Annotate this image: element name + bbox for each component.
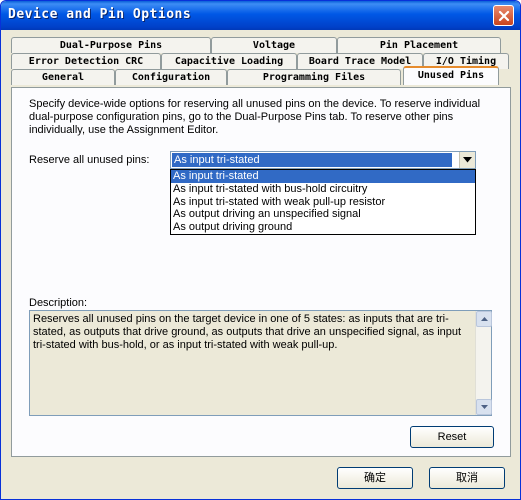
- close-button[interactable]: [493, 5, 514, 26]
- chevron-up-icon: [480, 317, 488, 321]
- scroll-up-button[interactable]: [476, 311, 492, 327]
- description-scrollbar[interactable]: [475, 311, 492, 415]
- dropdown-arrow-button[interactable]: [459, 152, 475, 168]
- option-input-tri-stated-bus-hold[interactable]: As input tri-stated with bus-hold circui…: [171, 183, 475, 196]
- description-label: Description:: [29, 297, 88, 309]
- tab-voltage[interactable]: Voltage: [211, 37, 337, 53]
- ok-button[interactable]: 确定: [337, 467, 413, 489]
- option-input-tri-stated-weak-pull-up[interactable]: As input tri-stated with weak pull-up re…: [171, 196, 475, 209]
- scroll-down-button[interactable]: [476, 399, 492, 415]
- option-input-tri-stated[interactable]: As input tri-stated: [171, 170, 475, 183]
- device-pin-options-dialog: Device and Pin Options Dual-Purpose Pins…: [0, 0, 521, 500]
- tab-dual-purpose-pins[interactable]: Dual-Purpose Pins: [11, 37, 211, 53]
- tab-programming-files[interactable]: Programming Files: [227, 69, 401, 85]
- option-output-unspecified-signal[interactable]: As output driving an unspecified signal: [171, 208, 475, 221]
- reserve-pins-combo[interactable]: As input tri-stated: [170, 151, 476, 169]
- tab-general[interactable]: General: [11, 69, 115, 85]
- description-text: Reserves all unused pins on the target d…: [33, 313, 462, 351]
- close-icon: [498, 10, 509, 21]
- cancel-button[interactable]: 取消: [429, 467, 505, 489]
- intro-text: Specify device-wide options for reservin…: [29, 98, 481, 136]
- reserve-pins-label: Reserve all unused pins:: [29, 154, 150, 166]
- tab-error-detection-crc[interactable]: Error Detection CRC: [11, 53, 161, 69]
- tab-configuration[interactable]: Configuration: [115, 69, 227, 85]
- description-box: Reserves all unused pins on the target d…: [29, 310, 492, 416]
- window-title: Device and Pin Options: [8, 7, 192, 22]
- chevron-down-icon: [463, 157, 472, 163]
- title-bar[interactable]: Device and Pin Options: [1, 1, 520, 30]
- reserve-pins-value: As input tri-stated: [172, 153, 452, 167]
- chevron-down-icon: [480, 405, 488, 409]
- option-output-driving-ground[interactable]: As output driving ground: [171, 221, 475, 234]
- tab-pin-placement[interactable]: Pin Placement: [337, 37, 501, 53]
- reserve-pins-dropdown-list: As input tri-stated As input tri-stated …: [170, 169, 476, 235]
- tab-unused-pins[interactable]: Unused Pins: [403, 66, 499, 85]
- reset-button[interactable]: Reset: [410, 426, 494, 448]
- unused-pins-panel: Specify device-wide options for reservin…: [11, 87, 511, 457]
- tab-capacitive-loading[interactable]: Capacitive Loading: [161, 53, 297, 69]
- tab-strip: Dual-Purpose Pins Voltage Pin Placement …: [11, 37, 511, 87]
